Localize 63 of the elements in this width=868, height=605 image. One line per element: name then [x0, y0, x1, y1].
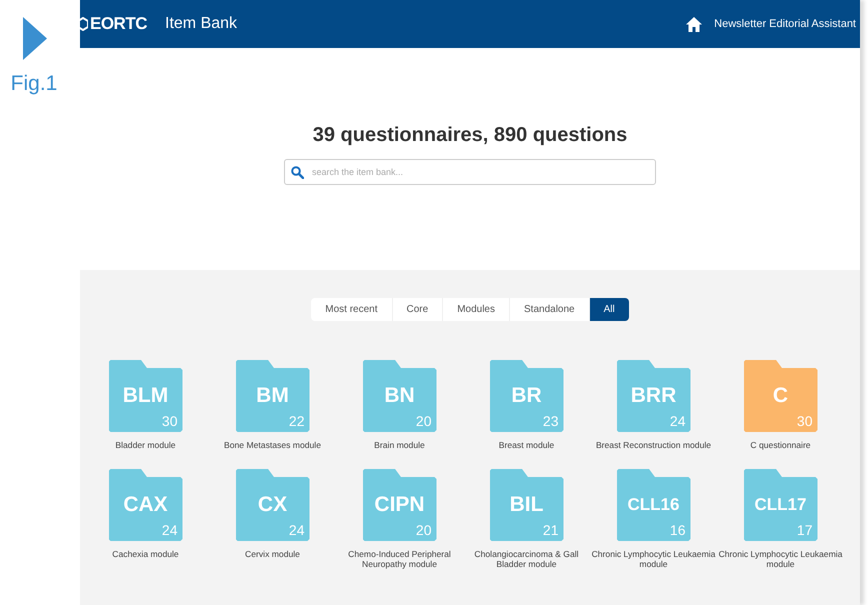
- play-triangle-icon: [23, 17, 47, 60]
- figure-caption: Fig.1: [10, 72, 58, 96]
- folder-code: BRR: [630, 384, 678, 408]
- question-count: 24: [670, 413, 686, 429]
- folder-button[interactable]: BLM 30: [108, 360, 182, 432]
- filter-tab[interactable]: All: [590, 298, 629, 321]
- folder-button[interactable]: CX 24: [236, 469, 310, 541]
- folder-button[interactable]: C 30: [744, 360, 818, 432]
- questionnaire-name: Cervix module: [244, 549, 301, 559]
- question-count: 24: [288, 522, 304, 538]
- questionnaire-name: Cholangiocarcinoma & Gall Bladder module: [473, 549, 580, 569]
- questionnaire-name: Bladder module: [114, 440, 177, 450]
- question-count: 24: [162, 522, 178, 538]
- question-count: 17: [796, 522, 812, 538]
- folder-code: CX: [256, 493, 288, 517]
- questionnaire-name: Bone Metastases module: [223, 440, 322, 450]
- search-icon: [291, 166, 304, 178]
- questionnaire-name: Chemo-Induced Peripheral Neuropathy module: [347, 549, 452, 569]
- questionnaire-name: C questionnaire: [749, 440, 812, 450]
- search-field[interactable]: search the item bank...: [284, 159, 656, 185]
- folder-code: CLL17: [754, 494, 808, 516]
- questionnaire-name: Chronic Lymphocytic Leukaemia module: [590, 549, 716, 569]
- folder-button[interactable]: BN 20: [362, 360, 436, 432]
- questionnaire-name: Chronic Lymphocytic Leukaemia module: [718, 549, 844, 569]
- page-heading: 39 questionnaires, 890 questions: [312, 124, 628, 147]
- folder-button[interactable]: BRR 24: [616, 360, 690, 432]
- folder-button[interactable]: BIL 21: [490, 469, 564, 541]
- brand-name: EORTC: [90, 14, 147, 34]
- folder-button[interactable]: CLL17 17: [744, 469, 818, 541]
- folder-code: BIL: [508, 493, 544, 517]
- folder-button[interactable]: CAX 24: [108, 469, 182, 541]
- app-title: Item Bank: [165, 15, 238, 33]
- questionnaire-name: Brain module: [373, 440, 426, 450]
- folder-button[interactable]: BR 23: [490, 360, 564, 432]
- questionnaire-name: Breast Reconstruction module: [594, 440, 712, 450]
- filter-tab[interactable]: Standalone: [510, 298, 589, 321]
- question-count: 21: [542, 522, 558, 538]
- questionnaire-name: Cachexia module: [111, 549, 180, 559]
- folder-code: BR: [510, 384, 543, 408]
- folder-code: CAX: [122, 493, 169, 517]
- question-count: 22: [288, 413, 304, 429]
- folder-button[interactable]: CIPN 20: [362, 469, 436, 541]
- question-count: 16: [670, 522, 686, 538]
- question-count: 20: [416, 522, 432, 538]
- question-count: 30: [796, 413, 812, 429]
- folder-code: BN: [383, 384, 416, 408]
- question-count: 20: [416, 413, 432, 429]
- logo-icon: [78, 17, 88, 31]
- question-count: 30: [162, 413, 178, 429]
- folder-code: BLM: [122, 384, 170, 408]
- home-icon[interactable]: [686, 16, 702, 32]
- user-link[interactable]: Newsletter Editorial Assistant: [714, 18, 856, 30]
- folder-code: BM: [255, 384, 290, 408]
- folder-button[interactable]: BM 22: [236, 360, 310, 432]
- folder-code: C: [772, 384, 790, 408]
- folder-button[interactable]: CLL16 16: [616, 469, 690, 541]
- filter-tab[interactable]: Core: [392, 298, 442, 321]
- folder-code: CLL16: [626, 494, 680, 516]
- questionnaire-name: Breast module: [498, 440, 556, 450]
- question-count: 23: [542, 413, 558, 429]
- folder-code: CIPN: [373, 493, 426, 517]
- filter-tab[interactable]: Most recent: [311, 298, 392, 321]
- filter-tab[interactable]: Modules: [443, 298, 509, 321]
